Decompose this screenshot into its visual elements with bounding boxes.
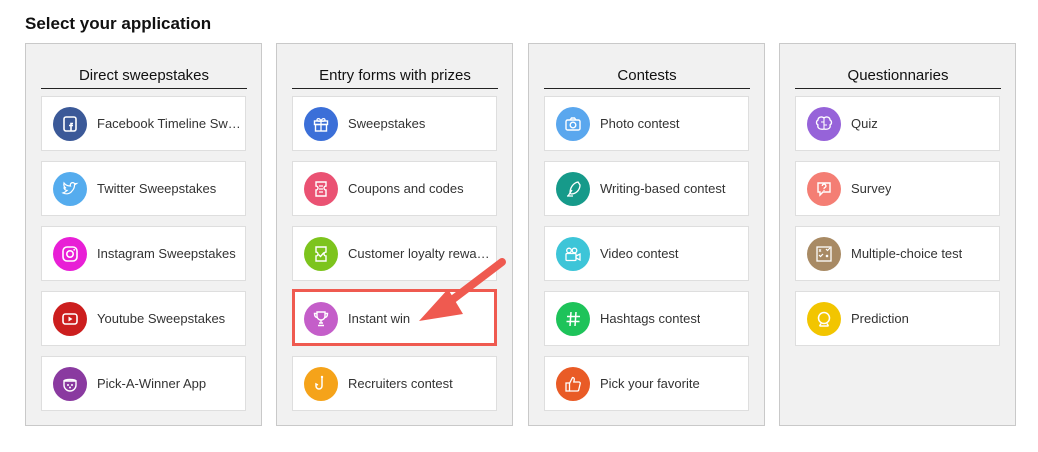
app-option-label: Multiple-choice test — [851, 246, 963, 261]
app-option-hashtags-contest[interactable]: Hashtags contest — [544, 291, 749, 346]
app-option-survey[interactable]: Survey — [795, 161, 1000, 216]
app-option-label: Youtube Sweepstakes — [97, 311, 226, 326]
brain-icon — [807, 106, 841, 141]
facebook-icon — [53, 106, 87, 141]
app-option-coupons-and-codes[interactable]: Coupons and codes — [292, 161, 497, 216]
app-option-sweepstakes[interactable]: Sweepstakes — [292, 96, 497, 151]
loyalty-ticket-icon — [304, 236, 338, 271]
app-option-label: Photo contest — [600, 116, 680, 131]
app-option-label: Video contest — [600, 246, 679, 261]
hook-icon — [304, 366, 338, 401]
app-option-pick-your-favorite[interactable]: Pick your favorite — [544, 356, 749, 411]
hashtag-icon — [556, 301, 590, 336]
column-title: Entry forms with prizes — [292, 66, 498, 89]
trophy-icon — [304, 301, 338, 336]
app-option-label: Coupons and codes — [348, 181, 464, 196]
column-contests: Contests Photo contest Writing-based conte… — [528, 43, 765, 426]
youtube-play-icon — [53, 301, 87, 336]
app-option-quiz[interactable]: Quiz — [795, 96, 1000, 151]
app-option-facebook-timeline-sw[interactable]: Facebook Timeline Sw… — [41, 96, 246, 151]
app-option-writing-based-contest[interactable]: Writing-based contest — [544, 161, 749, 216]
app-option-label: Pick-A-Winner App — [97, 376, 207, 391]
app-option-label: Sweepstakes — [348, 116, 426, 131]
quill-icon — [556, 171, 590, 206]
app-option-pick-a-winner-app[interactable]: Pick-A-Winner App — [41, 356, 246, 411]
app-option-label: Survey — [851, 181, 892, 196]
app-option-label: Pick your favorite — [600, 376, 700, 391]
app-option-recruiters-contest[interactable]: Recruiters contest — [292, 356, 497, 411]
crystal-ball-icon — [807, 301, 841, 336]
app-option-label: Prediction — [851, 311, 909, 326]
app-option-label: Recruiters contest — [348, 376, 453, 391]
twitter-bird-icon — [53, 171, 87, 206]
app-option-label: Instant win — [348, 311, 411, 326]
checklist-icon — [807, 236, 841, 271]
camera-icon — [556, 106, 590, 141]
column-title: Contests — [544, 66, 750, 89]
column-title: Direct sweepstakes — [41, 66, 247, 89]
app-option-label: Instagram Sweepstakes — [97, 246, 236, 261]
question-bubble-icon — [807, 171, 841, 206]
app-option-youtube-sweepstakes[interactable]: Youtube Sweepstakes — [41, 291, 246, 346]
column-direct-sweepstakes: Direct sweepstakes Facebook Timeline Sw… T… — [25, 43, 262, 426]
app-option-photo-contest[interactable]: Photo contest — [544, 96, 749, 151]
app-option-instant-win[interactable]: Instant win — [292, 291, 497, 346]
app-option-label: Hashtags contest — [600, 311, 701, 326]
thumbs-up-icon — [556, 366, 590, 401]
page-title: Select your application — [25, 14, 212, 33]
app-option-label: Facebook Timeline Sw… — [97, 116, 241, 131]
app-option-multiple-choice-test[interactable]: Multiple-choice test — [795, 226, 1000, 281]
app-option-prediction[interactable]: Prediction — [795, 291, 1000, 346]
coupon-ticket-icon — [304, 171, 338, 206]
app-option-label: Twitter Sweepstakes — [97, 181, 217, 196]
video-camera-icon — [556, 236, 590, 271]
app-option-label: Quiz — [851, 116, 878, 131]
app-option-twitter-sweepstakes[interactable]: Twitter Sweepstakes — [41, 161, 246, 216]
app-option-customer-loyalty-rewa[interactable]: Customer loyalty rewa… — [292, 226, 497, 281]
lottery-drum-icon — [53, 366, 87, 401]
app-option-video-contest[interactable]: Video contest — [544, 226, 749, 281]
gift-icon — [304, 106, 338, 141]
column-questionnaries: Questionnaries Quiz Survey Multiple-choice … — [779, 43, 1016, 426]
instagram-icon — [53, 236, 87, 271]
column-entry-forms-with-prizes: Entry forms with prizes Sweepstakes Coupon… — [276, 43, 513, 426]
app-option-label: Customer loyalty rewa… — [348, 246, 490, 261]
app-option-label: Writing-based contest — [600, 181, 726, 196]
column-title: Questionnaries — [795, 66, 1001, 89]
app-option-instagram-sweepstakes[interactable]: Instagram Sweepstakes — [41, 226, 246, 281]
